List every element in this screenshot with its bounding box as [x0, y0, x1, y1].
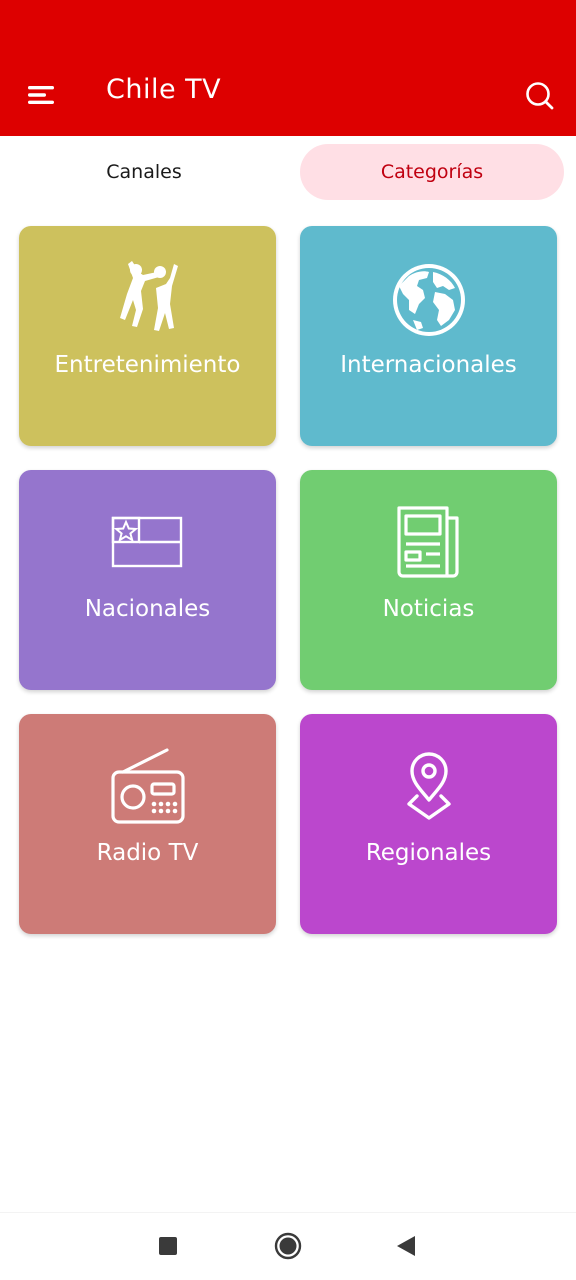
location-pin-icon — [406, 752, 451, 820]
category-card-nacionales[interactable]: Nacionales — [19, 470, 276, 690]
search-button[interactable] — [520, 76, 560, 114]
category-card-radio-tv[interactable]: Radio TV — [19, 714, 276, 934]
category-label: Noticias — [382, 596, 475, 622]
search-icon — [526, 82, 554, 110]
app-title: Chile TV — [106, 74, 222, 105]
tab-canales[interactable]: Canales — [12, 144, 276, 200]
radio-icon — [110, 748, 185, 824]
dancing-people-icon — [119, 261, 178, 331]
home-button[interactable] — [274, 1232, 302, 1260]
back-button[interactable] — [396, 1235, 416, 1257]
category-label: Internacionales — [340, 352, 517, 378]
category-card-internacionales[interactable]: Internacionales — [300, 226, 557, 446]
category-card-regionales[interactable]: Regionales — [300, 714, 557, 934]
category-label: Regionales — [365, 840, 492, 866]
category-card-noticias[interactable]: Noticias — [300, 470, 557, 690]
menu-icon — [28, 86, 54, 104]
app-bar: Chile TV — [0, 0, 576, 136]
category-label: Nacionales — [84, 596, 211, 622]
tab-bar: Canales Categorías — [0, 136, 576, 206]
category-card-entretenimiento[interactable]: Entretenimiento — [19, 226, 276, 446]
category-label: Radio TV — [96, 840, 199, 866]
tab-categorias[interactable]: Categorías — [300, 144, 564, 200]
globe-icon — [392, 264, 465, 336]
home-circle-icon — [274, 1232, 302, 1260]
menu-button[interactable] — [22, 78, 60, 112]
recents-button[interactable] — [159, 1237, 177, 1255]
newspaper-icon — [396, 506, 459, 578]
back-triangle-icon — [397, 1236, 415, 1256]
recents-square-icon — [159, 1237, 177, 1255]
system-navigation-bar — [0, 1212, 576, 1280]
category-label: Entretenimiento — [54, 352, 241, 378]
chile-flag-icon — [111, 516, 182, 568]
